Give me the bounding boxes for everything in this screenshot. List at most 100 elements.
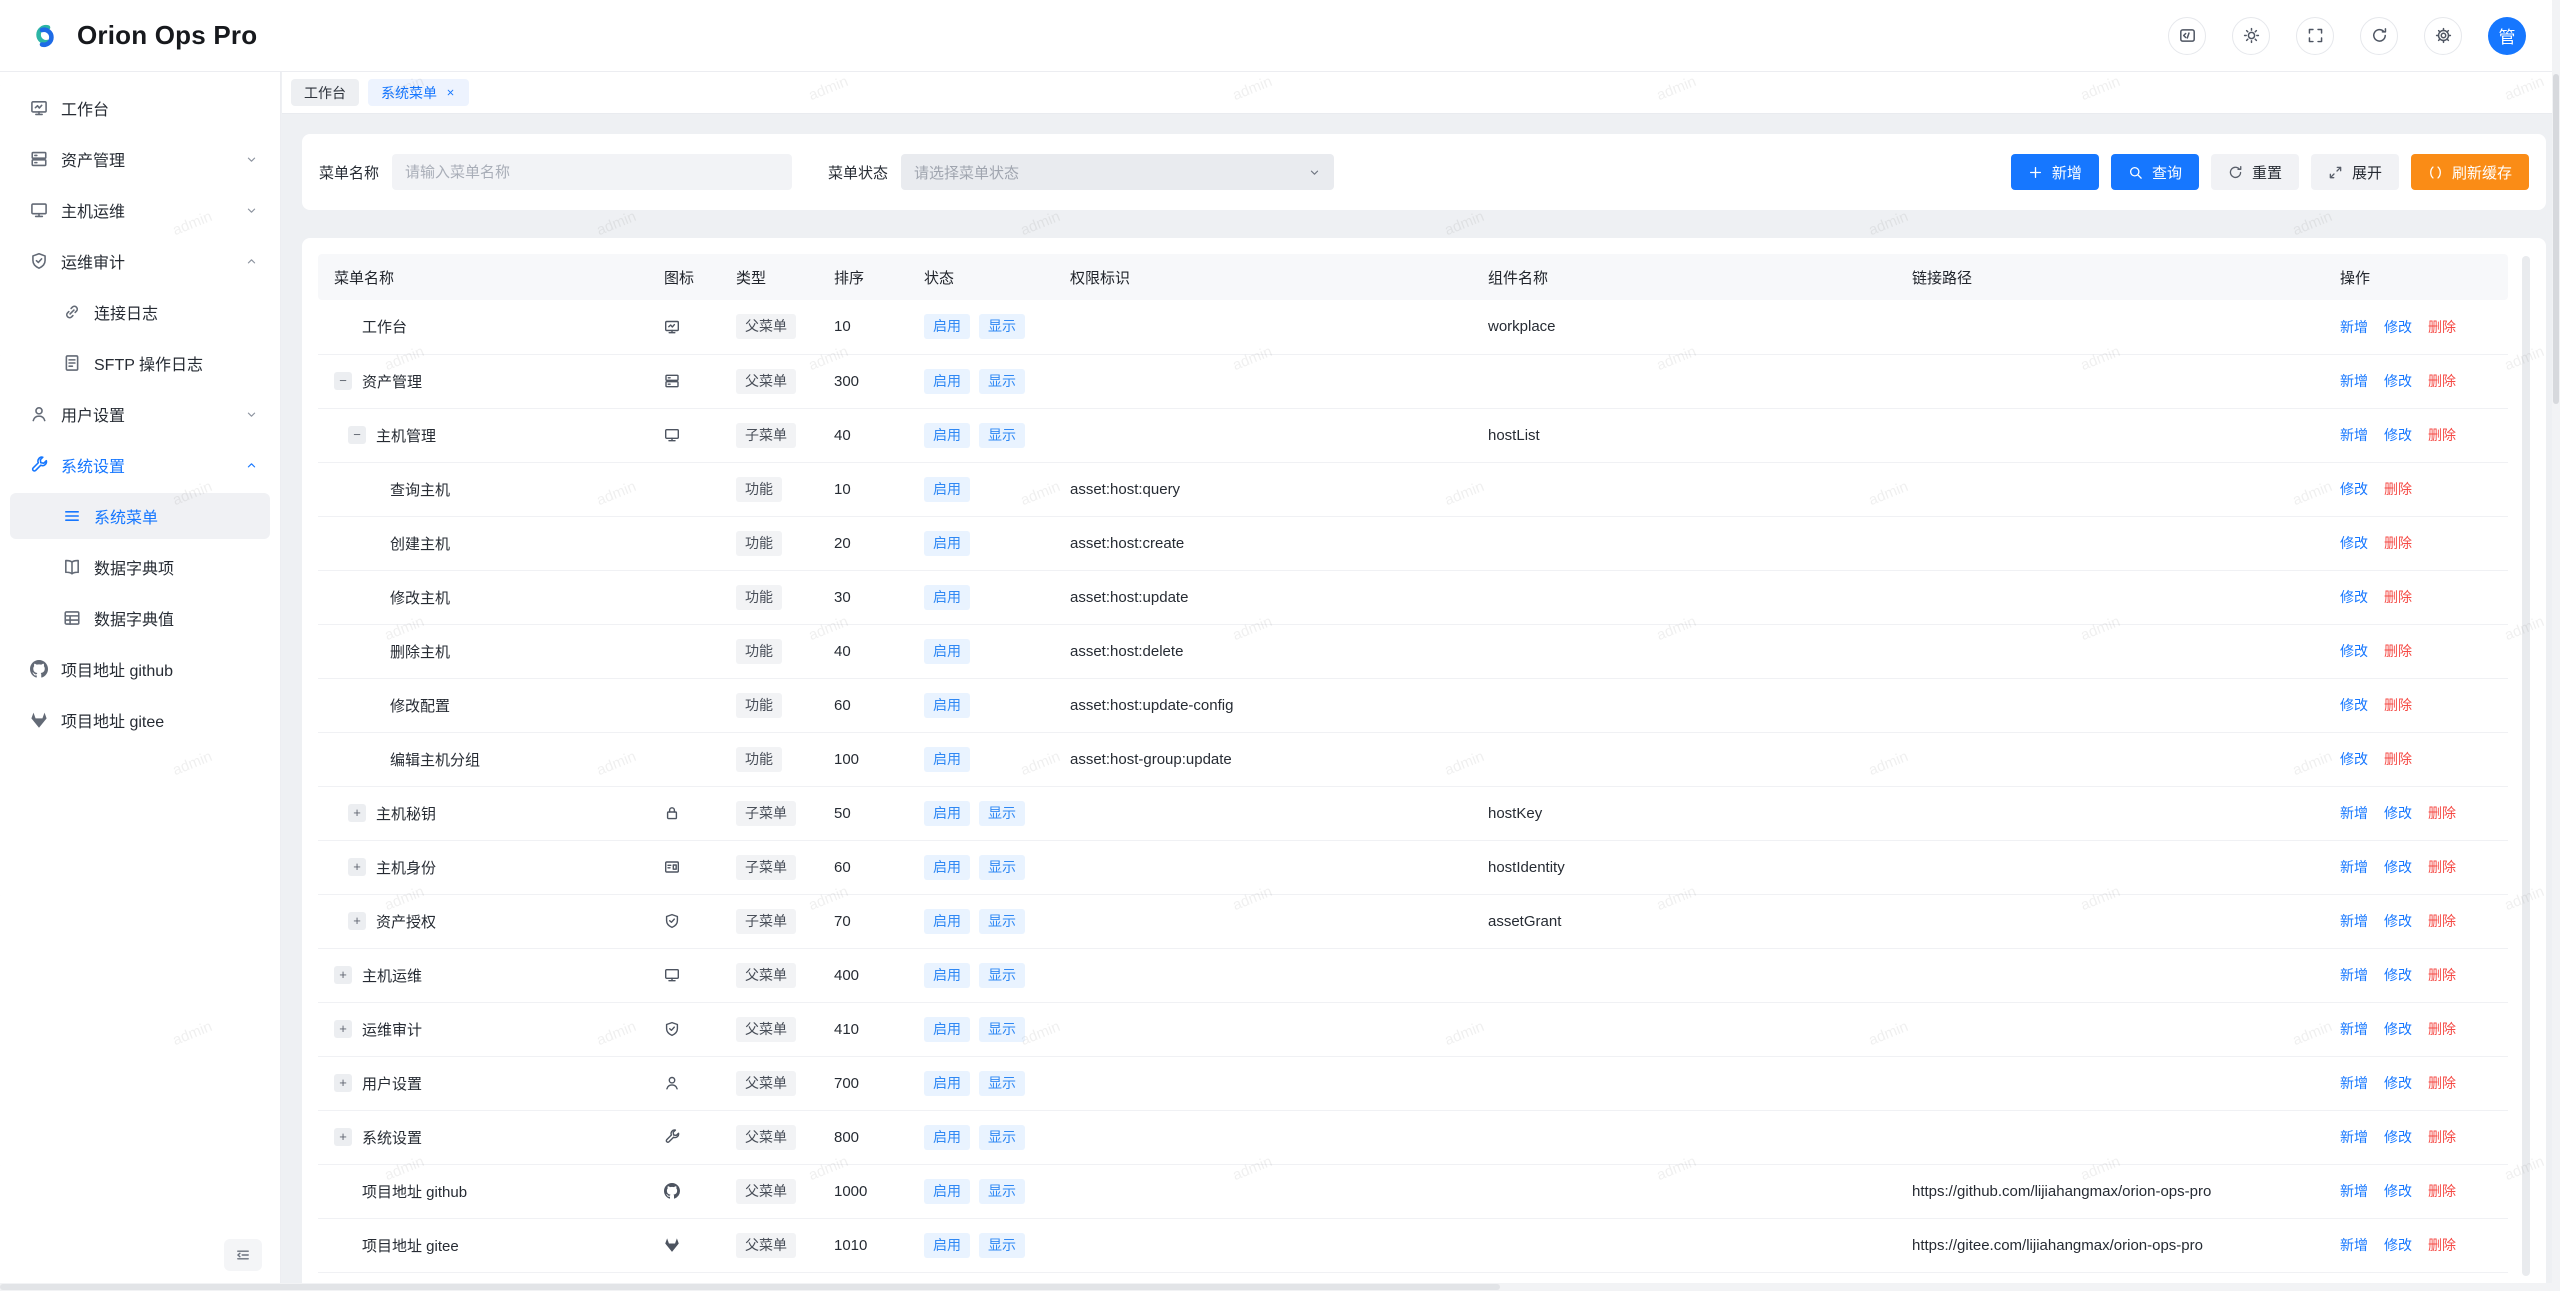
tab[interactable]: 系统菜单 — [368, 79, 469, 106]
edit-link[interactable]: 修改 — [2340, 589, 2368, 605]
status-tag: 启用 — [924, 855, 970, 880]
add-link[interactable]: 新增 — [2340, 913, 2368, 929]
sidebar-item[interactable]: SFTP 操作日志 — [10, 340, 270, 386]
avatar[interactable]: 管 — [2488, 17, 2526, 55]
delete-link[interactable]: 删除 — [2428, 967, 2456, 983]
add-link[interactable]: 新增 — [2340, 373, 2368, 389]
add-link[interactable]: 新增 — [2340, 1021, 2368, 1037]
delete-link[interactable]: 删除 — [2428, 1183, 2456, 1199]
link-value — [1896, 732, 2324, 786]
sidebar-item[interactable]: 数据字典项 — [10, 544, 270, 590]
edit-link[interactable]: 修改 — [2384, 913, 2412, 929]
code-icon[interactable] — [2168, 17, 2206, 55]
component-value — [1472, 1110, 1896, 1164]
expand-row-toggle[interactable]: + — [348, 804, 366, 822]
sidebar-item[interactable]: 连接日志 — [10, 289, 270, 335]
sidebar-item[interactable]: 资产管理 — [10, 136, 270, 182]
fullscreen-icon[interactable] — [2296, 17, 2334, 55]
page-vertical-scrollbar-thumb[interactable] — [2553, 74, 2559, 404]
add-link[interactable]: 新增 — [2340, 967, 2368, 983]
expand-button[interactable]: 展开 — [2311, 154, 2399, 190]
add-button[interactable]: 新增 — [2011, 154, 2099, 190]
delete-link[interactable]: 删除 — [2428, 373, 2456, 389]
add-link[interactable]: 新增 — [2340, 1129, 2368, 1145]
query-button[interactable]: 查询 — [2111, 154, 2199, 190]
delete-link[interactable]: 删除 — [2428, 913, 2456, 929]
expand-row-toggle[interactable]: + — [348, 912, 366, 930]
delete-link[interactable]: 删除 — [2428, 1129, 2456, 1145]
menu-status-select[interactable]: 请选择菜单状态 — [901, 154, 1334, 190]
expand-row-toggle[interactable]: + — [334, 1020, 352, 1038]
add-link[interactable]: 新增 — [2340, 859, 2368, 875]
page-horizontal-scrollbar-thumb[interactable] — [0, 1284, 1500, 1290]
collapse-sidebar-button[interactable] — [224, 1239, 262, 1271]
edit-link[interactable]: 修改 — [2384, 373, 2412, 389]
delete-link[interactable]: 删除 — [2428, 1021, 2456, 1037]
edit-link[interactable]: 修改 — [2340, 643, 2368, 659]
theme-icon[interactable] — [2232, 17, 2270, 55]
edit-link[interactable]: 修改 — [2340, 535, 2368, 551]
delete-link[interactable]: 删除 — [2384, 535, 2412, 551]
sidebar-item[interactable]: 系统设置 — [10, 442, 270, 488]
delete-link[interactable]: 删除 — [2428, 427, 2456, 443]
sidebar-item[interactable]: 主机运维 — [10, 187, 270, 233]
delete-link[interactable]: 删除 — [2428, 319, 2456, 335]
table-scrollbar[interactable] — [2522, 256, 2530, 1276]
delete-link[interactable]: 删除 — [2428, 805, 2456, 821]
sort-value: 10 — [818, 462, 908, 516]
permission-value — [1054, 1110, 1472, 1164]
edit-link[interactable]: 修改 — [2384, 1075, 2412, 1091]
sidebar-item[interactable]: 系统菜单 — [10, 493, 270, 539]
sidebar-item-label: 系统菜单 — [94, 504, 158, 528]
sidebar-item[interactable]: 运维审计 — [10, 238, 270, 284]
book-icon — [63, 558, 81, 576]
delete-link[interactable]: 删除 — [2384, 481, 2412, 497]
edit-link[interactable]: 修改 — [2384, 805, 2412, 821]
reload-icon[interactable] — [2360, 17, 2398, 55]
edit-link[interactable]: 修改 — [2340, 481, 2368, 497]
sidebar-item[interactable]: 项目地址 gitee — [10, 697, 270, 743]
edit-link[interactable]: 修改 — [2384, 1129, 2412, 1145]
close-icon[interactable] — [445, 87, 456, 98]
edit-link[interactable]: 修改 — [2384, 967, 2412, 983]
expand-row-toggle[interactable]: + — [334, 1074, 352, 1092]
delete-link[interactable]: 删除 — [2428, 1075, 2456, 1091]
add-link[interactable]: 新增 — [2340, 427, 2368, 443]
sidebar-item[interactable]: 用户设置 — [10, 391, 270, 437]
expand-row-toggle[interactable]: + — [334, 1128, 352, 1146]
collapse-row-toggle[interactable]: − — [348, 426, 366, 444]
edit-link[interactable]: 修改 — [2384, 1183, 2412, 1199]
add-link[interactable]: 新增 — [2340, 319, 2368, 335]
refresh-cache-button[interactable]: 刷新缓存 — [2411, 154, 2529, 190]
edit-link[interactable]: 修改 — [2384, 319, 2412, 335]
add-link[interactable]: 新增 — [2340, 805, 2368, 821]
sidebar-item[interactable]: 项目地址 github — [10, 646, 270, 692]
expand-row-toggle[interactable]: + — [334, 966, 352, 984]
status-tag: 启用 — [924, 423, 970, 448]
edit-link[interactable]: 修改 — [2340, 751, 2368, 767]
add-link[interactable]: 新增 — [2340, 1183, 2368, 1199]
add-link[interactable]: 新增 — [2340, 1237, 2368, 1253]
delete-link[interactable]: 删除 — [2428, 859, 2456, 875]
add-link[interactable]: 新增 — [2340, 1075, 2368, 1091]
sidebar-item[interactable]: 工作台 — [10, 85, 270, 131]
settings-icon[interactable] — [2424, 17, 2462, 55]
edit-link[interactable]: 修改 — [2384, 859, 2412, 875]
edit-link[interactable]: 修改 — [2340, 697, 2368, 713]
table-row: −资产管理父菜单300启用显示新增修改删除 — [318, 354, 2508, 408]
expand-row-toggle[interactable]: + — [348, 858, 366, 876]
permission-value — [1054, 1218, 1472, 1272]
edit-link[interactable]: 修改 — [2384, 427, 2412, 443]
collapse-row-toggle[interactable]: − — [334, 372, 352, 390]
delete-link[interactable]: 删除 — [2384, 643, 2412, 659]
sidebar-item[interactable]: 数据字典值 — [10, 595, 270, 641]
tab[interactable]: 工作台 — [291, 79, 359, 106]
reset-button[interactable]: 重置 — [2211, 154, 2299, 190]
edit-link[interactable]: 修改 — [2384, 1237, 2412, 1253]
edit-link[interactable]: 修改 — [2384, 1021, 2412, 1037]
menu-name-input[interactable] — [392, 154, 792, 190]
delete-link[interactable]: 删除 — [2384, 751, 2412, 767]
delete-link[interactable]: 删除 — [2428, 1237, 2456, 1253]
delete-link[interactable]: 删除 — [2384, 589, 2412, 605]
delete-link[interactable]: 删除 — [2384, 697, 2412, 713]
